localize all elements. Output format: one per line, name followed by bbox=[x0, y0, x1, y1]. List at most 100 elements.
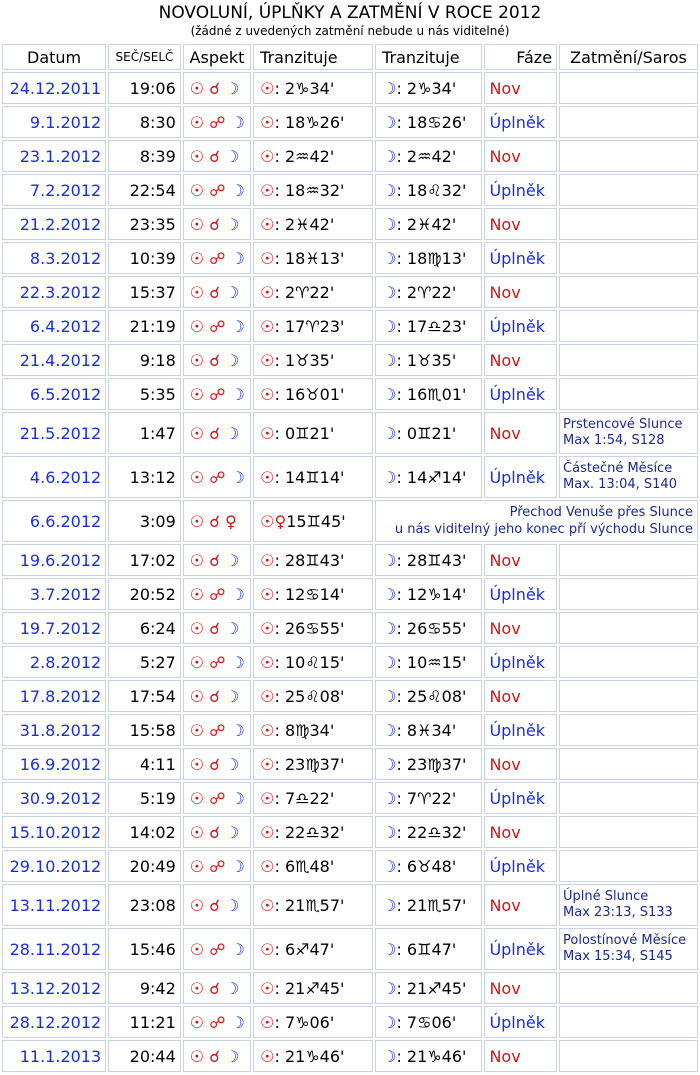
cell-date: 19.6.2012 bbox=[2, 544, 107, 576]
cell-time: 20:52 bbox=[108, 578, 181, 610]
cell-transit-moon: ☽: 6♊47' bbox=[375, 928, 483, 970]
cell-transit-sun: ☉♀15♊45' bbox=[253, 500, 374, 542]
cell-phase: Úplněk bbox=[484, 646, 558, 678]
cell-transit-moon: ☽: 18♌32' bbox=[375, 174, 483, 206]
cell-date: 4.6.2012 bbox=[2, 456, 107, 498]
cell-date: 2.8.2012 bbox=[2, 646, 107, 678]
cell-phase: Úplněk bbox=[484, 850, 558, 882]
table-row: 8.3.2012 10:39 ☉ ☍ ☽ ☉: 18♓13' ☽: 18♍13' Úpln… bbox=[2, 242, 698, 274]
cell-phase: Nov bbox=[484, 1040, 558, 1072]
cell-transit-sun: ☉: 10♌15' bbox=[253, 646, 374, 678]
cell-date: 6.4.2012 bbox=[2, 310, 107, 342]
cell-date: 13.11.2012 bbox=[2, 884, 107, 926]
col-header-time: SEČ/SELČ bbox=[108, 44, 181, 70]
table-row: 24.12.2011 19:06 ☉ ☌ ☽ ☉: 2♑34' ☽: 2♑34' Nov bbox=[2, 72, 698, 104]
cell-date: 6.5.2012 bbox=[2, 378, 107, 410]
cell-phase: Úplněk bbox=[484, 456, 558, 498]
cell-date: 23.1.2012 bbox=[2, 140, 107, 172]
cell-aspect: ☉ ☌ ☽ bbox=[182, 816, 252, 848]
eclipse-type: Úplné Slunce bbox=[563, 889, 649, 904]
cell-aspect: ☉ ☍ ☽ bbox=[182, 242, 252, 274]
cell-transit-moon: ☽: 12♑14' bbox=[375, 578, 483, 610]
cell-eclipse bbox=[559, 544, 698, 576]
table-row: 29.10.2012 20:49 ☉ ☍ ☽ ☉: 6♏48' ☽: 6♉48' Úpln… bbox=[2, 850, 698, 882]
cell-time: 19:06 bbox=[108, 72, 181, 104]
cell-aspect: ☉ ☍ ☽ bbox=[182, 378, 252, 410]
cell-transit-sun: ☉: 6♏48' bbox=[253, 850, 374, 882]
cell-transit-sun: ☉: 12♋14' bbox=[253, 578, 374, 610]
cell-transit-sun: ☉: 16♉01' bbox=[253, 378, 374, 410]
cell-transit-sun: ☉: 21♐45' bbox=[253, 972, 374, 1004]
table-row: 31.8.2012 15:58 ☉ ☍ ☽ ☉: 8♍34' ☽: 8♓34' Úplně… bbox=[2, 714, 698, 746]
cell-phase: Nov bbox=[484, 276, 558, 308]
cell-date: 24.12.2011 bbox=[2, 72, 107, 104]
page: NOVOLUNÍ, ÚPLŇKY A ZATMĚNÍ V ROCE 2012 (… bbox=[0, 0, 700, 1075]
cell-aspect: ☉ ☌ ☽ bbox=[182, 1040, 252, 1072]
cell-transit-sun: ☉: 23♍37' bbox=[253, 748, 374, 780]
cell-eclipse bbox=[559, 612, 698, 644]
cell-aspect: ☉ ☌ ☽ bbox=[182, 680, 252, 712]
cell-date: 19.7.2012 bbox=[2, 612, 107, 644]
cell-date: 28.12.2012 bbox=[2, 1006, 107, 1038]
cell-transit-sun: ☉: 0♊21' bbox=[253, 412, 374, 454]
cell-eclipse bbox=[559, 310, 698, 342]
cell-eclipse bbox=[559, 714, 698, 746]
cell-transit-sun: ☉: 21♑46' bbox=[253, 1040, 374, 1072]
cell-aspect: ☉ ☌ ☽ bbox=[182, 344, 252, 376]
cell-transit-sun: ☉: 6♐47' bbox=[253, 928, 374, 970]
col-header-phase: Fáze bbox=[484, 44, 558, 70]
cell-date: 6.6.2012 bbox=[2, 500, 107, 542]
cell-aspect: ☉ ☌ ♀ bbox=[182, 500, 252, 542]
cell-transit-moon: ☽: 7♈22' bbox=[375, 782, 483, 814]
cell-transit-moon: ☽: 28♊43' bbox=[375, 544, 483, 576]
cell-transit-sun: ☉: 2♑34' bbox=[253, 72, 374, 104]
cell-aspect: ☉ ☌ ☽ bbox=[182, 884, 252, 926]
cell-transit-sun: ☉: 18♒32' bbox=[253, 174, 374, 206]
cell-time: 23:08 bbox=[108, 884, 181, 926]
cell-phase: Úplněk bbox=[484, 714, 558, 746]
cell-time: 13:12 bbox=[108, 456, 181, 498]
cell-eclipse bbox=[559, 72, 698, 104]
cell-time: 9:18 bbox=[108, 344, 181, 376]
table-row: 9.1.2012 8:30 ☉ ☍ ☽ ☉: 18♑26' ☽: 18♋26' Úplně… bbox=[2, 106, 698, 138]
table-row: 19.6.2012 17:02 ☉ ☌ ☽ ☉: 28♊43' ☽: 28♊43' Nov bbox=[2, 544, 698, 576]
table-row: 7.2.2012 22:54 ☉ ☍ ☽ ☉: 18♒32' ☽: 18♌32' Úpln… bbox=[2, 174, 698, 206]
cell-time: 23:35 bbox=[108, 208, 181, 240]
cell-transit-moon: ☽: 2♓42' bbox=[375, 208, 483, 240]
cell-phase: Nov bbox=[484, 612, 558, 644]
eclipse-type: Prstencové Slunce bbox=[563, 417, 683, 432]
cell-aspect: ☉ ☌ ☽ bbox=[182, 612, 252, 644]
cell-aspect: ☉ ☍ ☽ bbox=[182, 1006, 252, 1038]
cell-eclipse bbox=[559, 208, 698, 240]
cell-phase: Nov bbox=[484, 972, 558, 1004]
cell-transit-sun: ☉: 8♍34' bbox=[253, 714, 374, 746]
cell-eclipse bbox=[559, 578, 698, 610]
cell-transit-moon: ☽: 7♋06' bbox=[375, 1006, 483, 1038]
cell-time: 6:24 bbox=[108, 612, 181, 644]
cell-phase: Úplněk bbox=[484, 1006, 558, 1038]
table-row: 19.7.2012 6:24 ☉ ☌ ☽ ☉: 26♋55' ☽: 26♋55' Nov bbox=[2, 612, 698, 644]
transit-note-line1: Přechod Venuše přes Slunce bbox=[509, 505, 693, 520]
eclipse-max-saros: Max. 13:04, S140 bbox=[563, 477, 677, 492]
cell-eclipse bbox=[559, 344, 698, 376]
cell-aspect: ☉ ☍ ☽ bbox=[182, 646, 252, 678]
cell-aspect: ☉ ☍ ☽ bbox=[182, 310, 252, 342]
cell-time: 10:39 bbox=[108, 242, 181, 274]
cell-date: 30.9.2012 bbox=[2, 782, 107, 814]
table-row: 16.9.2012 4:11 ☉ ☌ ☽ ☉: 23♍37' ☽: 23♍37' Nov bbox=[2, 748, 698, 780]
cell-transit-moon: ☽: 17♎23' bbox=[375, 310, 483, 342]
cell-time: 3:09 bbox=[108, 500, 181, 542]
cell-phase: Nov bbox=[484, 140, 558, 172]
eclipse-max-saros: Max 1:54, S128 bbox=[563, 433, 665, 448]
table-row: 6.5.2012 5:35 ☉ ☍ ☽ ☉: 16♉01' ☽: 16♏01' Úplně… bbox=[2, 378, 698, 410]
cell-phase: Úplněk bbox=[484, 378, 558, 410]
cell-transit-moon: ☽: 8♓34' bbox=[375, 714, 483, 746]
cell-eclipse bbox=[559, 242, 698, 274]
table-row: 2.8.2012 5:27 ☉ ☍ ☽ ☉: 10♌15' ☽: 10♒15' Úplně… bbox=[2, 646, 698, 678]
cell-time: 17:54 bbox=[108, 680, 181, 712]
cell-date: 16.9.2012 bbox=[2, 748, 107, 780]
cell-time: 20:49 bbox=[108, 850, 181, 882]
table-body: 24.12.2011 19:06 ☉ ☌ ☽ ☉: 2♑34' ☽: 2♑34' Nov 9… bbox=[2, 72, 698, 1072]
cell-eclipse: Polostínové Měsíce Max 15:34, S145 bbox=[559, 928, 698, 970]
cell-aspect: ☉ ☌ ☽ bbox=[182, 748, 252, 780]
